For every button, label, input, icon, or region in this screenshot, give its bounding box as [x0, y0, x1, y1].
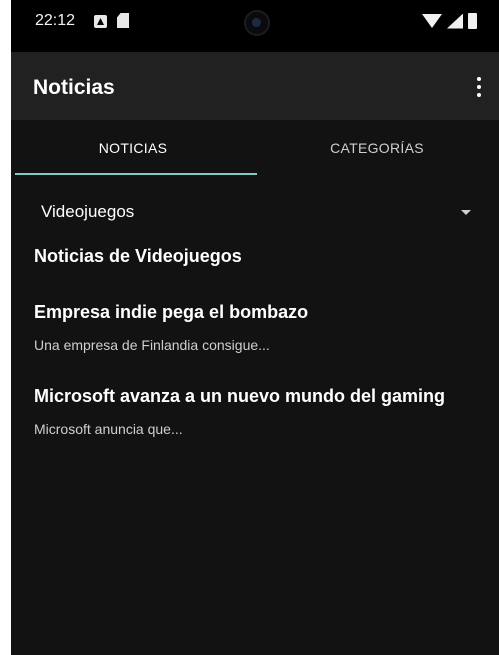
tab-indicator — [15, 173, 257, 175]
app-bar: Noticias — [11, 52, 499, 120]
more-vert-icon[interactable] — [469, 74, 489, 100]
battery-icon — [468, 13, 477, 29]
news-title: Empresa indie pega el bombazo — [34, 302, 309, 322]
phone-screen: 22:12 Noticias NOTICIAS CATEGORÍAS Video… — [11, 0, 499, 655]
news-description: Microsoft anuncia que... — [34, 421, 183, 437]
cell-signal-icon — [447, 13, 463, 29]
status-icons — [422, 13, 477, 29]
status-time: 22:12 — [35, 12, 76, 29]
news-title: Microsoft avanza a un nuevo mundo del ga… — [34, 386, 446, 406]
wifi-icon — [422, 14, 442, 28]
category-spinner[interactable]: Videojuegos — [11, 190, 499, 234]
dropdown-arrow-icon — [461, 210, 471, 215]
notification-a-icon — [94, 15, 107, 28]
sd-card-icon — [117, 13, 129, 28]
section-title: Noticias de Videojuegos — [34, 246, 242, 266]
camera-icon — [244, 10, 270, 36]
tab-noticias[interactable]: NOTICIAS — [11, 120, 255, 176]
news-list: Empresa indie pega el bombazo Una empres… — [34, 300, 464, 468]
tab-bar: NOTICIAS CATEGORÍAS — [11, 120, 499, 176]
status-bar: 22:12 — [11, 0, 499, 52]
news-description: Una empresa de Finlandia consigue... — [34, 337, 270, 353]
app-title: Noticias — [33, 76, 115, 99]
news-item[interactable]: Empresa indie pega el bombazo Una empres… — [34, 300, 464, 354]
tab-categorias[interactable]: CATEGORÍAS — [255, 120, 499, 176]
news-item[interactable]: Microsoft avanza a un nuevo mundo del ga… — [34, 384, 464, 438]
spinner-selected-value: Videojuegos — [41, 202, 135, 221]
